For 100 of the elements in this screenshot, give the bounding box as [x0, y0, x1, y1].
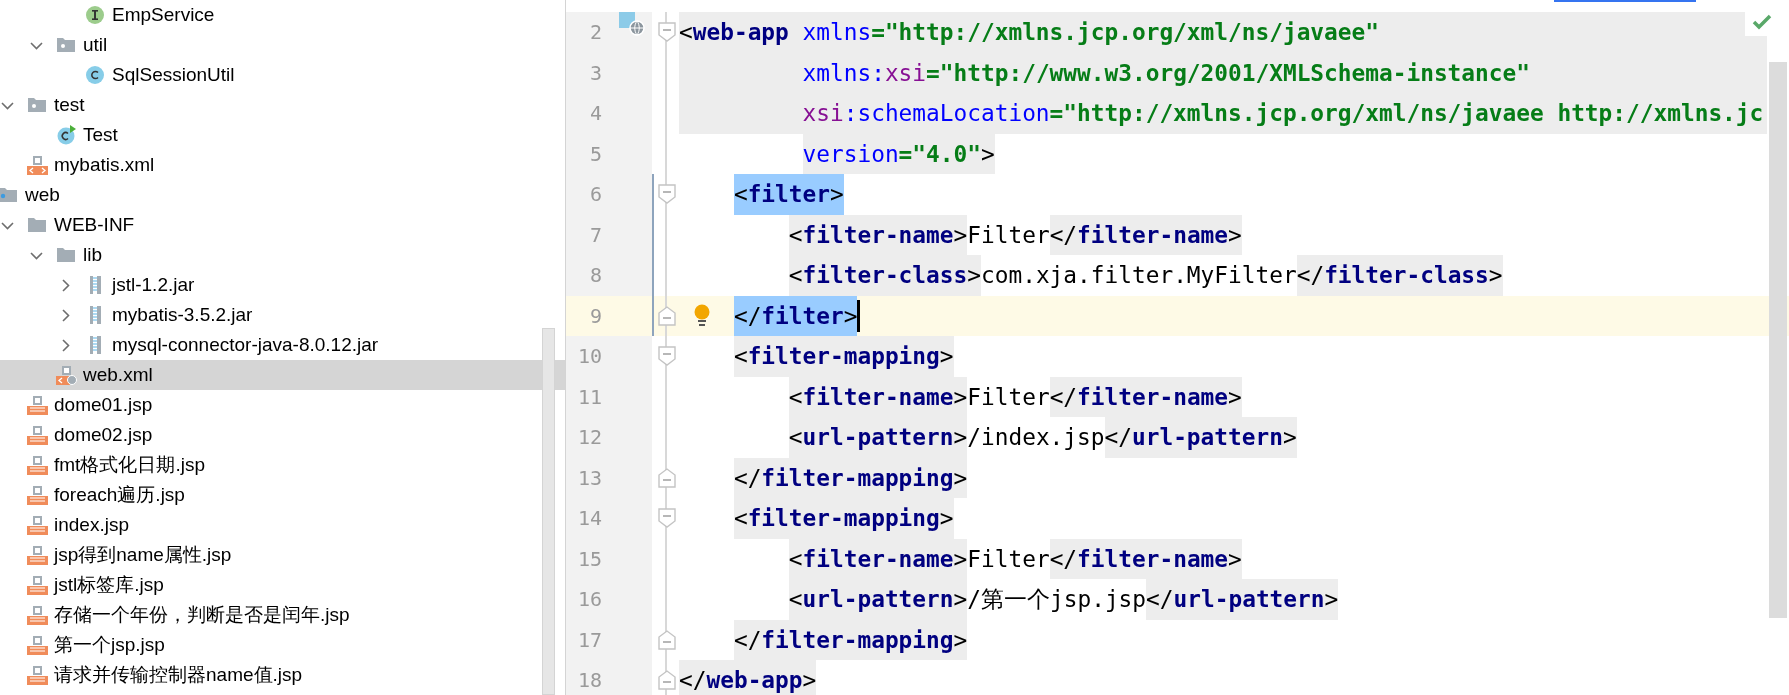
class-icon	[85, 65, 106, 85]
code-text: <filter-name>Filter</filter-name>	[679, 214, 1242, 255]
interface-icon	[85, 5, 106, 25]
line-number: 7	[588, 222, 602, 247]
file-name: jsp得到name属性.jsp	[54, 543, 232, 567]
tree-item[interactable]: SqlSessionUtil	[0, 60, 565, 90]
folder-icon	[56, 245, 77, 265]
jsp-file-icon	[27, 575, 48, 595]
tree-item[interactable]: dome02.jsp	[0, 420, 565, 450]
file-name: util	[83, 34, 108, 56]
line-number: 8	[588, 263, 602, 288]
code-text: <filter-name>Filter</filter-name>	[679, 538, 1242, 579]
file-name: dome01.jsp	[54, 394, 153, 416]
tree-item[interactable]: mybatis.xml	[0, 150, 565, 180]
line-number: 3	[588, 60, 602, 85]
package-icon	[56, 35, 77, 55]
check-icon[interactable]	[1752, 14, 1772, 30]
file-name: web.xml	[83, 364, 153, 386]
fold-end-icon[interactable]	[657, 670, 676, 691]
file-name: 第一个jsp.jsp	[54, 633, 165, 657]
code-text: xmlns:xsi="http://www.w3.org/2001/XMLSchema-instance"	[679, 52, 1767, 93]
line-number: 11	[576, 384, 602, 409]
tree-item[interactable]: WEB-INF	[0, 210, 565, 240]
tree-item[interactable]: lib	[0, 240, 565, 270]
jsp-file-icon	[27, 455, 48, 475]
tree-item[interactable]: 第一个jsp.jsp	[0, 630, 565, 660]
tree-item[interactable]: web.xml	[0, 360, 565, 390]
code-text: </web-app>	[679, 660, 817, 695]
jsp-file-icon	[27, 545, 48, 565]
code-text: </filter>	[679, 295, 861, 336]
line-number: 5	[588, 141, 602, 166]
line-number: 6	[588, 182, 602, 207]
file-name: mysql-connector-java-8.0.12.jar	[112, 334, 379, 356]
file-name: Test	[83, 124, 118, 146]
tree-item[interactable]: jstl标签库.jsp	[0, 570, 565, 600]
fold-end-icon[interactable]	[657, 467, 676, 488]
fold-end-icon[interactable]	[657, 305, 676, 326]
package-icon	[27, 95, 48, 115]
fold-start-icon[interactable]	[657, 346, 676, 367]
file-name: jstl标签库.jsp	[54, 573, 164, 597]
line-number: 2	[588, 20, 602, 45]
tree-item[interactable]: web	[0, 180, 565, 210]
chevron-right-icon[interactable]	[59, 338, 72, 352]
code-text: <web-app xmlns="http://xmlns.jcp.org/xml/ns/javaee"	[679, 12, 1767, 53]
file-name: mybatis-3.5.2.jar	[112, 304, 253, 326]
tree-item[interactable]: mybatis-3.5.2.jar	[0, 300, 565, 330]
tree-item[interactable]: util	[0, 30, 565, 60]
web-descriptor-icon[interactable]	[619, 12, 645, 37]
file-name: lib	[83, 244, 102, 266]
file-name: fmt格式化日期.jsp	[54, 453, 205, 477]
lightbulb-icon[interactable]	[692, 303, 712, 328]
file-name: test	[54, 94, 85, 116]
line-number: 13	[576, 465, 602, 490]
tree-item[interactable]: 存储一个年份，判断是否是闰年.jsp	[0, 600, 565, 630]
folder-icon	[27, 215, 48, 235]
line-number: 12	[576, 425, 602, 450]
jsp-file-icon	[27, 515, 48, 535]
file-name: SqlSessionUtil	[112, 64, 235, 86]
tree-item[interactable]: mysql-connector-java-8.0.12.jar	[0, 330, 565, 360]
tree-item[interactable]: test	[0, 90, 565, 120]
line-number: 9	[588, 303, 602, 328]
file-name: jstl-1.2.jar	[112, 274, 195, 296]
line-number: 10	[576, 344, 602, 369]
jsp-file-icon	[27, 425, 48, 445]
line-number: 4	[588, 101, 602, 126]
fold-start-icon[interactable]	[657, 184, 676, 205]
tree-item[interactable]: fmt格式化日期.jsp	[0, 450, 565, 480]
file-name: mybatis.xml	[54, 154, 155, 176]
tree-item[interactable]: jsp得到name属性.jsp	[0, 540, 565, 570]
tree-item[interactable]: index.jsp	[0, 510, 565, 540]
code-text: <url-pattern>/index.jsp</url-pattern>	[679, 417, 1297, 458]
jsp-file-icon	[27, 395, 48, 415]
jsp-file-icon	[27, 605, 48, 625]
fold-end-icon[interactable]	[657, 629, 676, 650]
scrollbar-thumb[interactable]	[542, 328, 555, 695]
fold-start-icon[interactable]	[657, 508, 676, 529]
file-name: foreach遍历.jsp	[54, 483, 185, 507]
tree-item[interactable]: foreach遍历.jsp	[0, 480, 565, 510]
file-name: index.jsp	[54, 514, 129, 536]
tree-item[interactable]: jstl-1.2.jar	[0, 270, 565, 300]
tree-item[interactable]: 请求并传输控制器name值.jsp	[0, 660, 565, 690]
file-name: 请求并传输控制器name值.jsp	[54, 663, 303, 687]
code-text: <url-pattern>/第一个jsp.jsp</url-pattern>	[679, 579, 1339, 620]
scrollbar-thumb[interactable]	[1769, 62, 1787, 618]
chevron-right-icon[interactable]	[59, 308, 72, 322]
code-text: version="4.0">	[679, 133, 995, 174]
fold-start-icon[interactable]	[657, 22, 676, 43]
file-name: dome02.jsp	[54, 424, 153, 446]
file-name: WEB-INF	[54, 214, 135, 236]
file-name: 存储一个年份，判断是否是闰年.jsp	[54, 603, 350, 627]
tree-item[interactable]: dome01.jsp	[0, 390, 565, 420]
code-text: <filter-class>com.xja.filter.MyFilter</filter-class>	[679, 255, 1503, 296]
test-class-icon	[56, 125, 77, 145]
line-number: 14	[576, 506, 602, 531]
code-text: <filter-name>Filter</filter-name>	[679, 376, 1242, 417]
line-number: 17	[576, 627, 602, 652]
tree-item[interactable]: EmpService	[0, 0, 565, 30]
chevron-right-icon[interactable]	[59, 278, 72, 292]
tree-item[interactable]: Test	[0, 120, 565, 150]
line-number: 15	[576, 546, 602, 571]
